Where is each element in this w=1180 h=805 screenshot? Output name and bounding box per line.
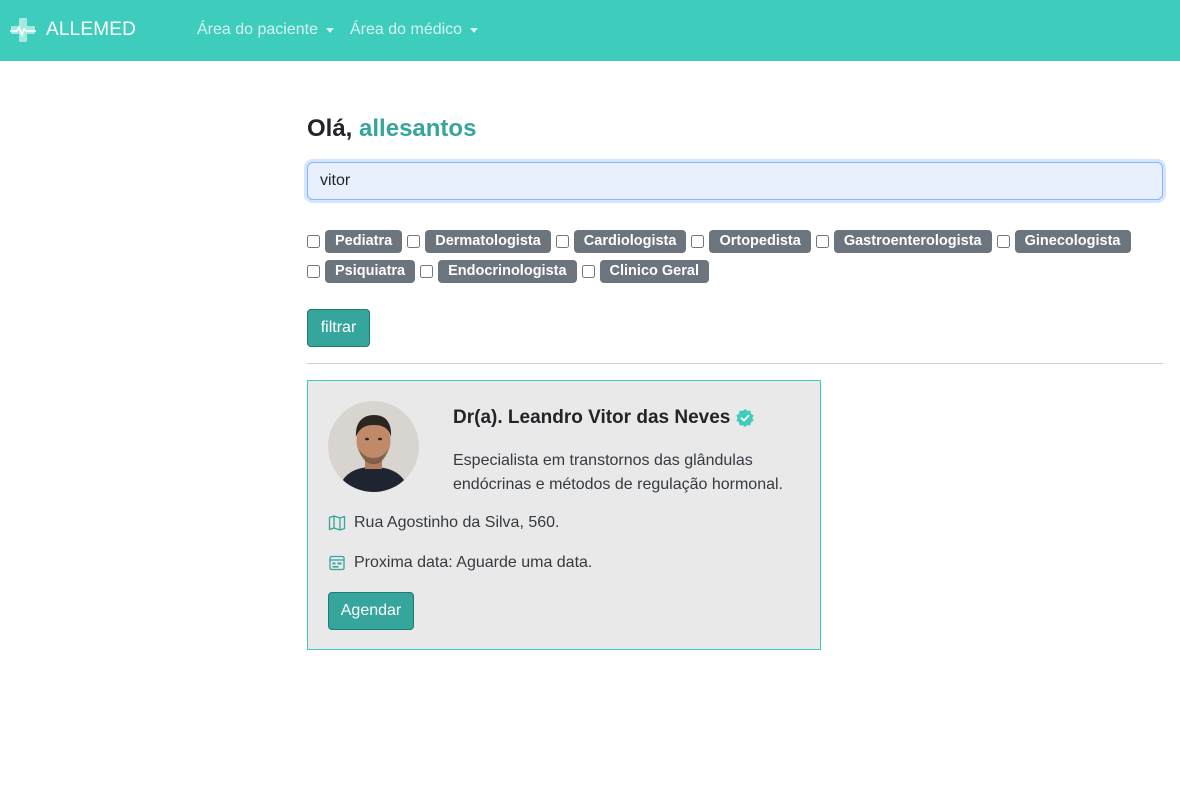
specialty-badge: Clinico Geral: [599, 260, 709, 283]
nav-patient-area-dropdown[interactable]: Área do paciente: [197, 21, 334, 39]
specialty-badge: Gastroenterologista: [833, 230, 992, 253]
specialty-filter[interactable]: Cardiologista: [555, 230, 687, 253]
specialty-badge: Psiquiatra: [325, 260, 416, 283]
specialty-checkbox[interactable]: [555, 235, 569, 248]
specialty-badge: Cardiologista: [573, 230, 687, 253]
specialty-checkbox[interactable]: [407, 235, 421, 248]
doctor-address: Rua Agostinho da Silva, 560.: [354, 514, 560, 531]
search-input[interactable]: [307, 162, 1163, 200]
brand-name: ALLEMED: [46, 19, 137, 40]
doctor-avatar: [328, 401, 419, 492]
medical-cross-logo-icon: [10, 18, 36, 42]
specialty-filter[interactable]: Gastroenterologista: [815, 230, 992, 253]
brand-link[interactable]: ALLEMED: [9, 16, 136, 44]
nav-patient-area-label: Área do paciente: [197, 21, 318, 38]
caret-down-icon: [470, 27, 479, 33]
doctor-description: Especialista em transtornos das glândula…: [453, 452, 783, 493]
specialty-badge: Ginecologista: [1014, 230, 1131, 253]
calendar-icon: [329, 555, 345, 571]
specialty-badge: Pediatra: [325, 230, 403, 253]
doctor-address-row: Rua Agostinho da Silva, 560.: [328, 514, 559, 532]
doctor-name-row: Dr(a). Leandro Vitor das Neves: [453, 407, 755, 429]
specialty-checkbox[interactable]: [996, 235, 1010, 248]
doctor-next-date-row: Proxima data: Aguarde uma data.: [328, 554, 592, 572]
doctor-name: Dr(a). Leandro Vitor das Neves: [453, 407, 731, 428]
doctor-photo: [328, 401, 419, 492]
specialty-filter[interactable]: Clinico Geral: [581, 260, 709, 283]
specialty-filter[interactable]: Endocrinologista: [420, 260, 577, 283]
map-icon: [328, 515, 346, 531]
greeting-heading: Olá, allesantos: [307, 115, 476, 143]
divider: [307, 363, 1163, 364]
specialty-checkbox[interactable]: [581, 265, 595, 278]
specialty-filter[interactable]: Psiquiatra: [307, 260, 416, 283]
schedule-button[interactable]: Agendar: [328, 592, 414, 630]
specialty-filter[interactable]: Ginecologista: [996, 230, 1131, 253]
specialty-filters: Pediatra Dermatologista Cardiologista Ortop…: [307, 230, 1177, 283]
specialty-filter[interactable]: Ortopedista: [691, 230, 811, 253]
greeting-prefix: Olá,: [307, 115, 353, 142]
top-navbar: ALLEMED Área do paciente Área do médico: [0, 0, 1180, 61]
specialty-filter[interactable]: Pediatra: [307, 230, 403, 253]
nav-doctor-area-label: Área do médico: [350, 21, 463, 38]
specialty-checkbox[interactable]: [420, 265, 434, 278]
specialty-badge: Ortopedista: [709, 230, 811, 253]
verified-badge-icon: [736, 409, 754, 427]
specialty-checkbox[interactable]: [815, 235, 829, 248]
specialty-badge: Endocrinologista: [438, 260, 577, 283]
specialty-filter[interactable]: Dermatologista: [407, 230, 551, 253]
greeting-username: allesantos: [359, 115, 477, 142]
specialty-checkbox[interactable]: [307, 265, 320, 278]
caret-down-icon: [325, 27, 334, 33]
doctor-next-date: Proxima data: Aguarde uma data.: [354, 554, 593, 571]
nav-doctor-area-dropdown[interactable]: Área do médico: [350, 21, 479, 39]
specialty-badge: Dermatologista: [425, 230, 551, 253]
filter-button[interactable]: filtrar: [307, 309, 370, 347]
doctor-card: Dr(a). Leandro Vitor das Neves Especiali…: [307, 380, 821, 650]
specialty-checkbox[interactable]: [691, 235, 705, 248]
specialty-checkbox[interactable]: [307, 235, 320, 248]
